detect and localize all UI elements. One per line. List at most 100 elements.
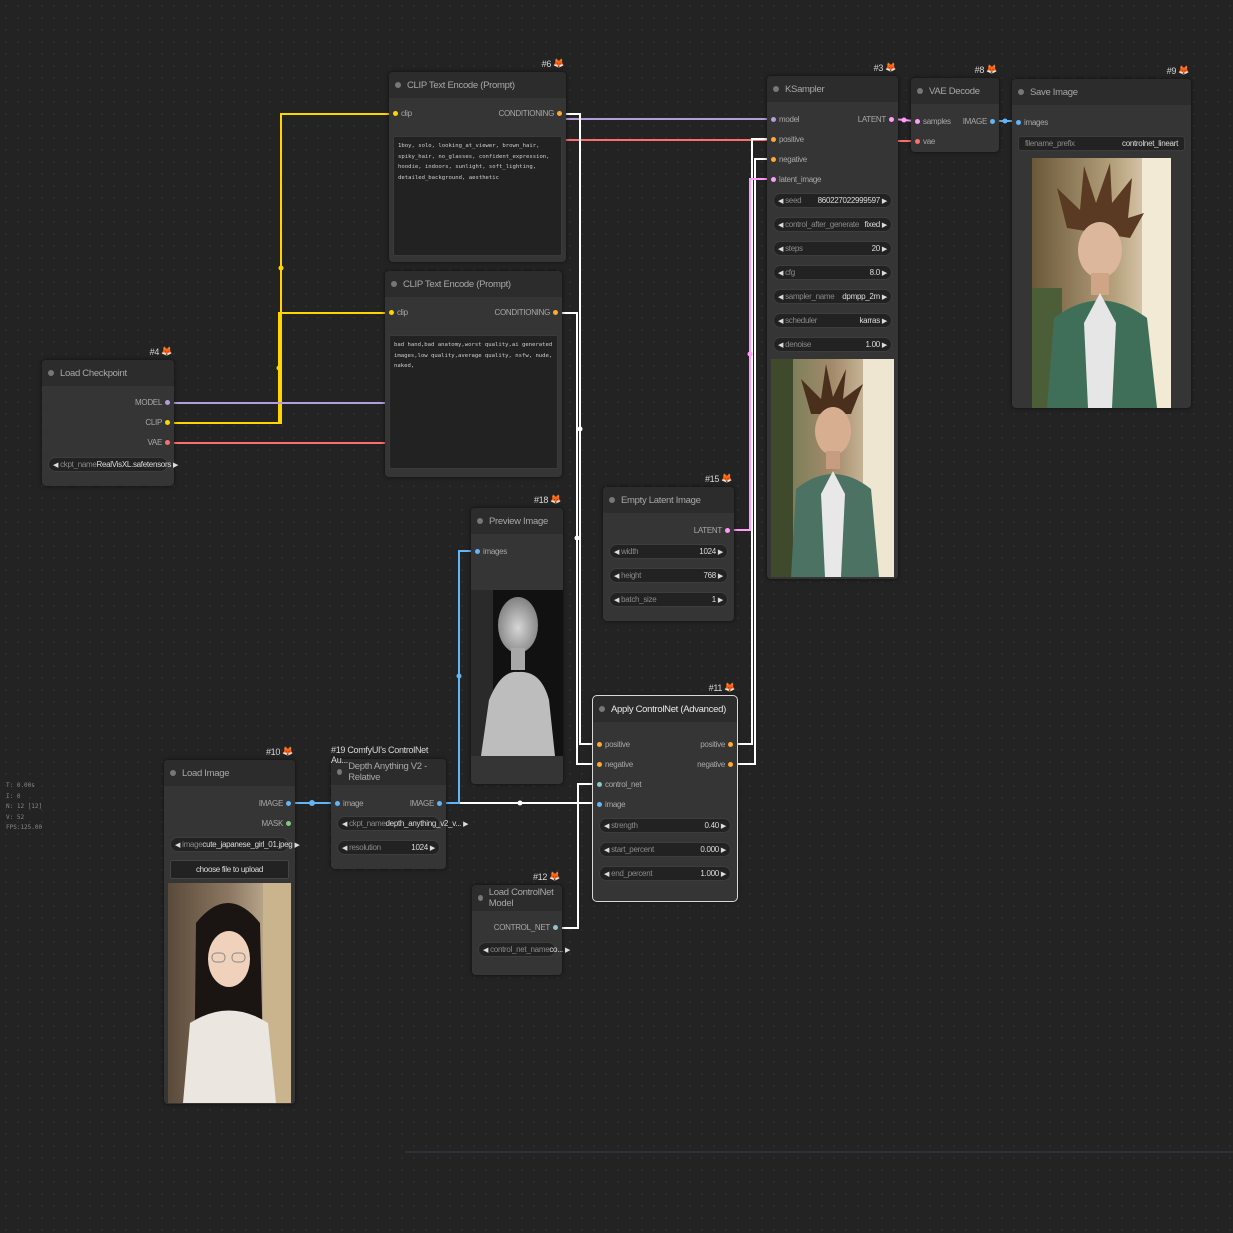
- pin-icon[interactable]: [553, 925, 558, 930]
- collapse-dot-icon[interactable]: [391, 281, 397, 287]
- depth-anything-v2-node[interactable]: #19 ComfyUI's ControlNet Au... Depth Any…: [331, 745, 468, 869]
- output-slot-vae[interactable]: VAE: [147, 438, 170, 447]
- arrow-right-icon[interactable]: ▶: [430, 844, 435, 852]
- arrow-right-icon[interactable]: ▶: [173, 461, 178, 469]
- collapse-dot-icon[interactable]: [1018, 89, 1024, 95]
- node-title[interactable]: Empty Latent Image: [603, 487, 734, 513]
- pin-icon[interactable]: [597, 762, 602, 767]
- arrow-right-icon[interactable]: ▶: [718, 596, 723, 604]
- pin-icon[interactable]: [1016, 120, 1021, 125]
- output-slot-conditioning[interactable]: CONDITIONING: [498, 109, 562, 118]
- input-slot-clip[interactable]: clip: [389, 308, 408, 317]
- input-slot-vae[interactable]: vae: [915, 137, 935, 146]
- pin-icon[interactable]: [286, 801, 291, 806]
- arrow-right-icon[interactable]: ▶: [718, 572, 723, 580]
- node-title[interactable]: CLIP Text Encode (Prompt): [389, 72, 566, 98]
- output-slot-image[interactable]: IMAGE: [963, 117, 995, 126]
- arrow-right-icon[interactable]: ▶: [882, 269, 887, 277]
- arrow-right-icon[interactable]: ▶: [882, 341, 887, 349]
- pin-icon[interactable]: [990, 119, 995, 124]
- output-slot-latent[interactable]: LATENT: [858, 115, 894, 124]
- input-slot-latent-image[interactable]: latent_image: [771, 175, 822, 184]
- cfg-widget[interactable]: ◀ cfg 8.0 ▶: [773, 265, 892, 280]
- denoise-widget[interactable]: ◀ denoise 1.00 ▶: [773, 337, 892, 352]
- pin-icon[interactable]: [475, 549, 480, 554]
- height-widget[interactable]: ◀ height 768 ▶: [609, 568, 728, 583]
- link-clip-to-clip-neg[interactable]: [170, 312, 389, 424]
- output-slot-clip[interactable]: CLIP: [145, 418, 170, 427]
- ckpt-name-widget[interactable]: ◀ ckpt_name depth_anything_v2_v... ▶: [337, 816, 468, 831]
- pin-icon[interactable]: [771, 137, 776, 142]
- arrow-right-icon[interactable]: ▶: [721, 870, 726, 878]
- save-image-node[interactable]: #9 🦊 Save Image images filename_prefix con…: [1012, 65, 1191, 408]
- link-apply-neg-to-ksampler[interactable]: [733, 158, 770, 765]
- pin-icon[interactable]: [915, 119, 920, 124]
- output-slot-conditioning[interactable]: CONDITIONING: [494, 308, 558, 317]
- width-widget[interactable]: ◀ width 1024 ▶: [609, 544, 728, 559]
- control-net-name-widget[interactable]: ◀ control_net_name co... ▶: [478, 942, 570, 957]
- pin-icon[interactable]: [286, 821, 291, 826]
- node-title[interactable]: VAE Decode: [911, 78, 999, 104]
- pin-icon[interactable]: [165, 420, 170, 425]
- collapse-dot-icon[interactable]: [478, 895, 483, 901]
- output-slot-image[interactable]: IMAGE: [259, 799, 291, 808]
- input-slot-control-net[interactable]: control_net: [597, 780, 642, 789]
- empty-latent-image-node[interactable]: #15 🦊 Empty Latent Image LATENT ◀ width 102…: [603, 473, 734, 621]
- arrow-right-icon[interactable]: ▶: [718, 548, 723, 556]
- node-title[interactable]: KSampler: [767, 76, 898, 102]
- link-controlnet[interactable]: [559, 783, 597, 929]
- output-slot-mask[interactable]: MASK: [262, 819, 291, 828]
- collapse-dot-icon[interactable]: [477, 518, 483, 524]
- prompt-textarea[interactable]: bad hand,bad anatomy,worst quality,ai ge…: [389, 335, 558, 469]
- collapse-dot-icon[interactable]: [337, 769, 343, 775]
- pin-icon[interactable]: [437, 801, 442, 806]
- pin-icon[interactable]: [389, 310, 394, 315]
- vae-decode-node[interactable]: #8 🦊 VAE Decode samples vae IMAGE: [911, 64, 999, 152]
- link-neg-to-apply[interactable]: [559, 312, 597, 765]
- arrow-right-icon[interactable]: ▶: [882, 317, 887, 325]
- filename-prefix-widget[interactable]: filename_prefix controlnet_lineart: [1018, 136, 1185, 151]
- arrow-right-icon[interactable]: ▶: [882, 245, 887, 253]
- arrow-right-icon[interactable]: ▶: [565, 946, 570, 954]
- input-slot-model[interactable]: model: [771, 115, 800, 124]
- start-percent-widget[interactable]: ◀ start_percent 0.000 ▶: [599, 842, 731, 857]
- node-title[interactable]: Load Image: [164, 760, 295, 786]
- pin-icon[interactable]: [393, 111, 398, 116]
- node-title[interactable]: Preview Image: [471, 508, 563, 534]
- link-apply-pos-to-ksampler[interactable]: [733, 138, 770, 745]
- output-slot-positive[interactable]: positive: [700, 740, 733, 749]
- collapse-dot-icon[interactable]: [48, 370, 54, 376]
- load-image-node[interactable]: #10 🦊 Load Image IMAGE MASK ◀ image cute_ja…: [164, 746, 300, 1104]
- pin-icon[interactable]: [335, 801, 340, 806]
- preview-image-node[interactable]: #18 🦊 Preview Image images: [471, 494, 563, 784]
- pin-icon[interactable]: [553, 310, 558, 315]
- collapse-dot-icon[interactable]: [609, 497, 615, 503]
- pin-icon[interactable]: [728, 742, 733, 747]
- arrow-right-icon[interactable]: ▶: [882, 293, 887, 301]
- output-slot-negative[interactable]: negative: [697, 760, 733, 769]
- pin-icon[interactable]: [597, 742, 602, 747]
- arrow-right-icon[interactable]: ▶: [882, 221, 887, 229]
- pin-icon[interactable]: [597, 802, 602, 807]
- clip-text-encode-negative-node[interactable]: CLIP Text Encode (Prompt) clip CONDITION…: [385, 271, 562, 477]
- steps-widget[interactable]: ◀ steps 20 ▶: [773, 241, 892, 256]
- batch-size-widget[interactable]: ◀ batch_size 1 ▶: [609, 592, 728, 607]
- input-slot-images[interactable]: images: [1016, 118, 1048, 127]
- collapse-dot-icon[interactable]: [395, 82, 401, 88]
- input-slot-negative[interactable]: negative: [771, 155, 807, 164]
- arrow-right-icon[interactable]: ▶: [721, 846, 726, 854]
- ckpt-name-widget[interactable]: ◀ ckpt_name RealVisXL.safetensors ▶: [48, 457, 178, 472]
- node-title[interactable]: CLIP Text Encode (Prompt): [385, 271, 562, 297]
- link-clip-to-clip-pos[interactable]: [170, 113, 392, 424]
- prompt-textarea[interactable]: 1boy, solo, looking_at_viewer, brown_hai…: [393, 136, 562, 256]
- collapse-dot-icon[interactable]: [917, 88, 923, 94]
- apply-controlnet-advanced-node[interactable]: #11 🦊 Apply ControlNet (Advanced) positiv…: [592, 682, 738, 902]
- node-title[interactable]: Apply ControlNet (Advanced): [593, 696, 737, 722]
- pin-icon[interactable]: [165, 400, 170, 405]
- input-slot-clip[interactable]: clip: [393, 109, 412, 118]
- pin-icon[interactable]: [771, 157, 776, 162]
- input-slot-positive[interactable]: positive: [771, 135, 804, 144]
- input-slot-image[interactable]: image: [335, 799, 364, 808]
- arrow-right-icon[interactable]: ▶: [721, 822, 726, 830]
- pin-icon[interactable]: [725, 528, 730, 533]
